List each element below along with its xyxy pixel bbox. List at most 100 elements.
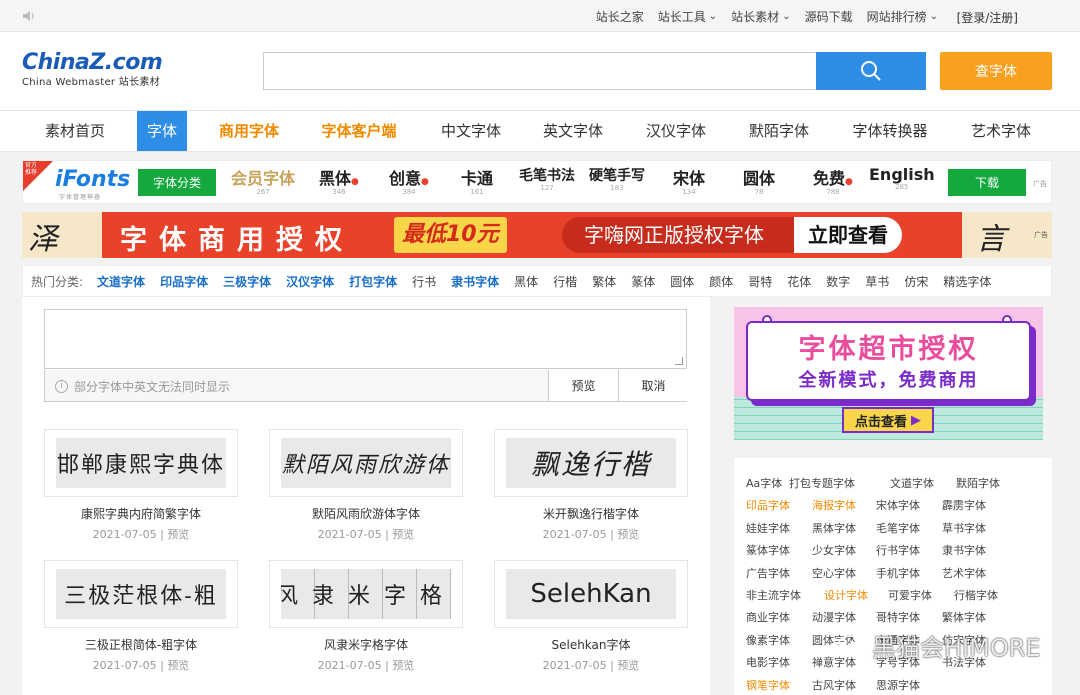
font-thumbnail[interactable]: 三极茫根体-粗: [44, 560, 238, 628]
font-tag[interactable]: 思源字体: [876, 677, 920, 693]
ifonts-item[interactable]: 卡通 161: [461, 165, 493, 196]
hot-category[interactable]: 哥特: [748, 273, 772, 290]
hot-category[interactable]: 精选字体: [943, 273, 991, 290]
font-thumbnail[interactable]: 飘逸行楷: [494, 429, 688, 497]
logo[interactable]: ChinaZ.com China Webmaster 站长素材: [22, 50, 182, 90]
query-font-button[interactable]: 查字体: [940, 52, 1052, 90]
ifonts-item[interactable]: 硬笔手写 183: [589, 165, 645, 192]
font-tag[interactable]: 繁体字体: [942, 609, 986, 625]
banner-pill[interactable]: 字嗨网正版授权字体 立即查看: [562, 217, 902, 253]
hot-category[interactable]: 三极字体: [223, 273, 271, 290]
hot-category[interactable]: 行书: [412, 273, 436, 290]
cancel-button[interactable]: 取消: [618, 370, 688, 401]
font-tag[interactable]: 霹雳字体: [942, 497, 986, 513]
ifonts-item[interactable]: 创意● 384: [389, 165, 429, 196]
font-thumbnail[interactable]: 邯郸康熙字典体: [44, 429, 238, 497]
hot-category[interactable]: 打包字体: [349, 273, 397, 290]
font-tag[interactable]: 行楷字体: [954, 587, 998, 603]
nav-fonts[interactable]: 字体: [137, 111, 187, 151]
font-card[interactable]: 风隶米字格 风隶米字格字体 2021-07-05 | 预览: [269, 560, 463, 680]
font-thumbnail[interactable]: 风隶米字格: [269, 560, 463, 628]
preview-button[interactable]: 预览: [548, 370, 618, 401]
hot-category[interactable]: 隶书字体: [451, 273, 499, 290]
font-tag[interactable]: 设计字体: [824, 587, 868, 603]
view-now-button[interactable]: 立即查看: [794, 217, 902, 253]
font-tag[interactable]: 篆体字体: [746, 542, 790, 558]
hot-category[interactable]: 颜体: [709, 273, 733, 290]
speaker-icon[interactable]: [22, 9, 36, 23]
ifonts-item[interactable]: 毛笔书法 127: [519, 165, 575, 192]
ifonts-item[interactable]: 免费● 788: [813, 165, 853, 196]
hot-category[interactable]: 数字: [826, 273, 850, 290]
hot-category[interactable]: 黑体: [514, 273, 538, 290]
font-category-button[interactable]: 字体分类: [138, 169, 216, 196]
font-tag[interactable]: 古风字体: [812, 677, 856, 693]
font-tag[interactable]: 文道字体: [890, 475, 934, 491]
font-tag[interactable]: 行书字体: [876, 542, 920, 558]
font-name[interactable]: 三极正根简体-粗字体: [44, 636, 238, 653]
font-tag[interactable]: 隶书字体: [942, 542, 986, 558]
hot-category[interactable]: 花体: [787, 273, 811, 290]
font-tag[interactable]: 毛笔字体: [876, 520, 920, 536]
font-tag[interactable]: 打包专题字体: [789, 475, 855, 491]
resize-grip[interactable]: [675, 357, 683, 365]
ifonts-item[interactable]: English 285: [869, 165, 935, 191]
font-tag[interactable]: 哥特字体: [876, 609, 920, 625]
font-tag[interactable]: 海报字体: [812, 497, 856, 513]
search-input[interactable]: [263, 52, 817, 90]
font-card[interactable]: 默陌风雨欣游体 默陌风雨欣游体字体 2021-07-05 | 预览: [269, 429, 463, 549]
ifonts-banner[interactable]: 官方推荐 iFonts 字体管理神器 字体分类 会员字体 267 黑体● 346…: [22, 160, 1052, 204]
hot-category[interactable]: 繁体: [592, 273, 616, 290]
nav-home[interactable]: 素材首页: [34, 111, 116, 151]
font-card[interactable]: SelehKan Selehkan字体 2021-07-05 | 预览: [494, 560, 688, 680]
download-button[interactable]: 下载: [948, 169, 1026, 196]
font-name[interactable]: 默陌风雨欣游体字体: [269, 505, 463, 522]
font-name[interactable]: 米开飘逸行楷字体: [494, 505, 688, 522]
font-market-promo[interactable]: 字体超市授权 全新模式，免费商用 点击查看 ▶: [734, 307, 1043, 440]
hot-category[interactable]: 仿宋: [904, 273, 928, 290]
font-name[interactable]: 康熙字典内府简繁字体: [44, 505, 238, 522]
font-tag[interactable]: 空心字体: [812, 565, 856, 581]
font-tag[interactable]: 非主流字体: [746, 587, 801, 603]
hot-category[interactable]: 汉仪字体: [286, 273, 334, 290]
font-tag[interactable]: 动漫字体: [812, 609, 856, 625]
font-tag[interactable]: 可爱字体: [888, 587, 932, 603]
preview-text-input[interactable]: [44, 309, 687, 369]
font-tag[interactable]: 手机字体: [876, 565, 920, 581]
nav-momo[interactable]: 默陌字体: [738, 111, 820, 151]
font-name[interactable]: 风隶米字格字体: [269, 636, 463, 653]
hot-category[interactable]: 圆体: [670, 273, 694, 290]
nav-commercial[interactable]: 商用字体: [208, 111, 290, 151]
font-tag[interactable]: 商业字体: [746, 609, 790, 625]
ifonts-item[interactable]: 会员字体 267: [231, 165, 295, 196]
font-tag[interactable]: 娃娃字体: [746, 520, 790, 536]
font-thumbnail[interactable]: 默陌风雨欣游体: [269, 429, 463, 497]
nav-client[interactable]: 字体客户端: [310, 111, 408, 151]
font-tag[interactable]: 钢笔字体: [746, 677, 790, 693]
nav-converter[interactable]: 字体转换器: [842, 111, 938, 151]
font-card[interactable]: 邯郸康熙字典体 康熙字典内府简繁字体 2021-07-05 | 预览: [44, 429, 238, 549]
toplink-home[interactable]: 站长之家: [596, 8, 644, 25]
font-card[interactable]: 飘逸行楷 米开飘逸行楷字体 2021-07-05 | 预览: [494, 429, 688, 549]
click-view-button[interactable]: 点击查看 ▶: [842, 407, 934, 433]
font-thumbnail[interactable]: SelehKan: [494, 560, 688, 628]
nav-hanyi[interactable]: 汉仪字体: [635, 111, 717, 151]
font-tag[interactable]: 艺术字体: [942, 565, 986, 581]
font-card[interactable]: 三极茫根体-粗 三极正根简体-粗字体 2021-07-05 | 预览: [44, 560, 238, 680]
toplink-tools[interactable]: 站长工具: [658, 8, 717, 25]
hot-category[interactable]: 文道字体: [97, 273, 145, 290]
ifonts-item[interactable]: 宋体 134: [673, 165, 705, 196]
license-banner[interactable]: 泽 字体商用授权 最低10元 字嗨网正版授权字体 立即查看 言 广告: [22, 212, 1052, 258]
search-button[interactable]: [816, 52, 926, 90]
font-tag[interactable]: 电影字体: [746, 654, 790, 670]
nav-english[interactable]: 英文字体: [532, 111, 614, 151]
font-tag[interactable]: 印品字体: [746, 497, 790, 513]
font-tag[interactable]: 草书字体: [942, 520, 986, 536]
hot-category[interactable]: 行楷: [553, 273, 577, 290]
font-tag[interactable]: Aa字体: [746, 475, 782, 491]
font-tag[interactable]: 默陌字体: [956, 475, 1000, 491]
toplink-materials[interactable]: 站长素材: [731, 8, 790, 25]
font-tag[interactable]: 黑体字体: [812, 520, 856, 536]
toplink-source[interactable]: 源码下载: [805, 8, 853, 25]
font-tag[interactable]: 少女字体: [812, 542, 856, 558]
